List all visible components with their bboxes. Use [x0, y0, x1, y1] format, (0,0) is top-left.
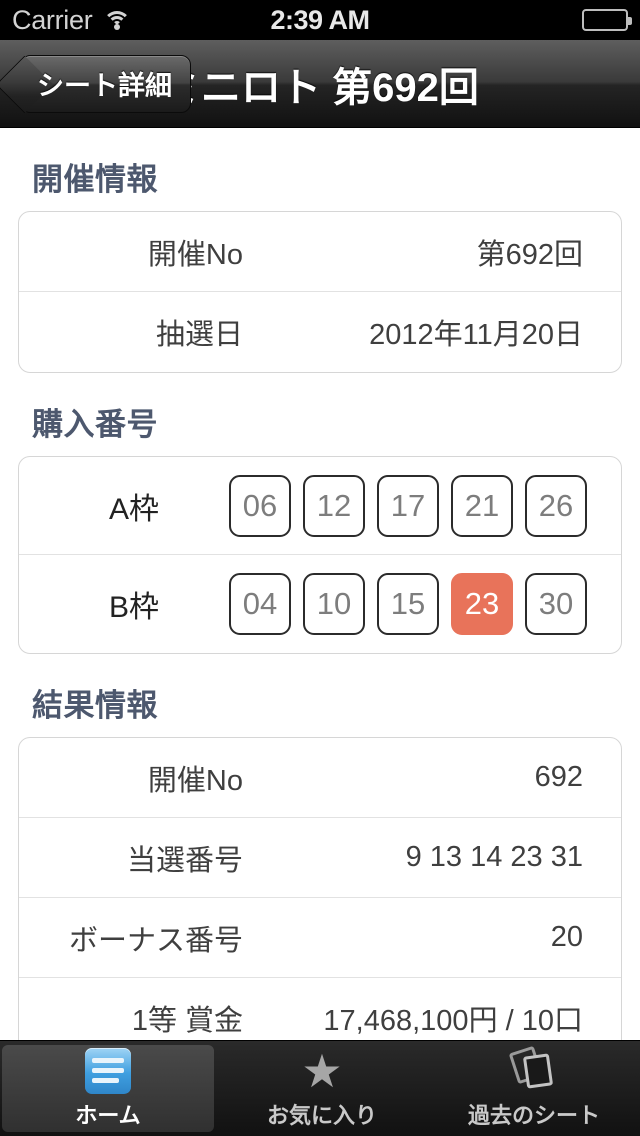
back-button[interactable]: シート詳細 — [22, 54, 191, 113]
table-row[interactable]: A枠 06 12 17 21 26 — [19, 457, 621, 555]
number-cell: 21 — [451, 474, 513, 537]
row-label: 1等 賞金 — [131, 1004, 243, 1037]
section-title-event-info: 開催情報 — [32, 162, 158, 197]
row-label: ボーナス番号 — [68, 924, 243, 957]
result-info-card: 開催No 692 当選番号 9 13 14 23 31 ボーナス番号 20 1等… — [18, 737, 622, 1040]
table-row[interactable]: B枠 04 10 15 23 30 — [19, 555, 621, 653]
number-cell: 15 — [377, 573, 439, 635]
number-cell: 06 — [229, 474, 291, 537]
row-value: 692 — [534, 761, 583, 793]
status-bar-clock: 2:39 AM — [270, 4, 370, 35]
number-cell: 17 — [377, 474, 439, 537]
sheets-icon — [508, 1045, 557, 1094]
star-icon: ★ — [301, 1044, 343, 1097]
row-value: 第692回 — [476, 238, 583, 271]
row-value: 17,468,100円 / 10口 — [323, 1004, 583, 1037]
table-row[interactable]: 開催No 第692回 — [19, 212, 621, 292]
status-bar: Carrier 2:39 AM — [0, 0, 640, 40]
battery-icon — [582, 9, 632, 31]
tab-past-sheets[interactable]: 過去のシート — [428, 1041, 640, 1136]
back-button-label: シート詳細 — [37, 71, 172, 101]
tab-bar: ホーム ★ お気に入り 過去のシート — [0, 1040, 640, 1136]
number-cell: 30 — [525, 573, 587, 635]
row-value: 20 — [550, 921, 583, 953]
number-group-a: 06 12 17 21 26 — [229, 474, 601, 537]
number-cell: 04 — [229, 573, 291, 635]
tab-label: お気に入り — [266, 1102, 377, 1128]
number-cell: 26 — [525, 474, 587, 537]
row-label: 抽選日 — [155, 319, 243, 351]
row-label: 開催No — [147, 764, 243, 797]
purchase-numbers-card: A枠 06 12 17 21 26 B枠 04 10 15 23 30 — [18, 456, 622, 654]
tab-label: 過去のシート — [467, 1102, 600, 1128]
table-row[interactable]: 当選番号 9 13 14 23 31 — [19, 818, 621, 898]
app-screen: Carrier 2:39 AM シート詳細 ミニロト 第692回 開催情報 開催… — [0, 0, 640, 1136]
table-row[interactable]: ボーナス番号 20 — [19, 898, 621, 978]
navigation-bar: シート詳細 ミニロト 第692回 — [0, 40, 640, 128]
tab-label: ホーム — [75, 1102, 141, 1128]
number-cell: 10 — [303, 573, 365, 635]
content-scroll-area[interactable]: 開催情報 開催No 第692回 抽選日 2012年11月20日 購入番号 A枠 … — [0, 128, 640, 1040]
number-group-b: 04 10 15 23 30 — [229, 573, 601, 635]
number-cell: 12 — [303, 474, 365, 537]
row-label: B枠 — [108, 591, 159, 624]
status-bar-right — [582, 9, 632, 31]
row-label: 当選番号 — [126, 844, 243, 877]
row-value: 9 13 14 23 31 — [405, 841, 583, 873]
section-title-purchase-numbers: 購入番号 — [32, 407, 158, 442]
tab-home[interactable]: ホーム — [2, 1045, 214, 1132]
event-info-card: 開催No 第692回 抽選日 2012年11月20日 — [18, 211, 622, 373]
table-row[interactable]: 1等 賞金 17,468,100円 / 10口 — [19, 978, 621, 1040]
home-list-icon — [85, 1047, 131, 1094]
row-label: A枠 — [108, 492, 159, 526]
row-value: 2012年11月20日 — [369, 319, 583, 351]
number-cell: 23 — [451, 573, 513, 635]
table-row[interactable]: 開催No 692 — [19, 738, 621, 818]
tab-favorites[interactable]: ★ お気に入り — [216, 1041, 428, 1136]
row-label: 開催No — [147, 238, 243, 271]
table-row[interactable]: 抽選日 2012年11月20日 — [19, 292, 621, 372]
section-title-result-info: 結果情報 — [32, 688, 158, 723]
